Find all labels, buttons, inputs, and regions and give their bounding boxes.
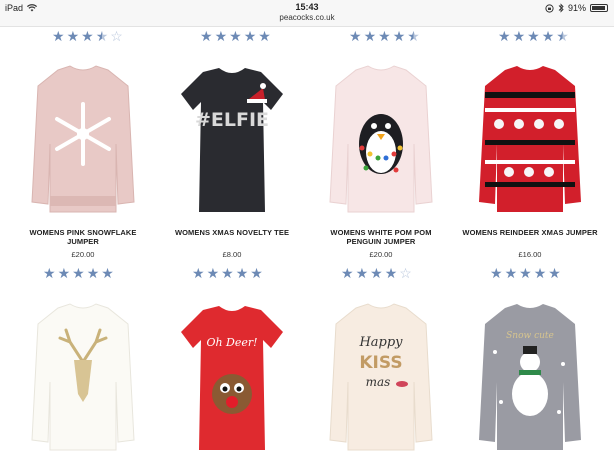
star-icon: ★ xyxy=(384,265,398,281)
star-icon: ★ xyxy=(349,28,362,44)
product-name-line1[interactable]: WOMENS REINDEER XMAS JUMPER xyxy=(455,228,605,237)
product-image-elfie-tee[interactable]: #ELFIE xyxy=(179,64,285,214)
status-right: 91% xyxy=(545,3,608,13)
address-bar-url[interactable]: peacocks.co.uk xyxy=(0,13,614,22)
product-name[interactable]: WOMENS PINK SNOWFLAKE JUMPER xyxy=(8,228,158,246)
star-icon: ★ xyxy=(527,28,540,44)
star-icon: ★ xyxy=(86,265,100,281)
star-icon: ★ xyxy=(52,28,65,44)
print-text-line2: KISS xyxy=(359,353,402,373)
star-icon: ★ xyxy=(363,28,377,44)
battery-percent: 91% xyxy=(567,3,586,13)
star-icon: ★ xyxy=(533,265,547,281)
battery-icon xyxy=(590,4,608,12)
star-icon: ★ xyxy=(214,28,228,44)
star-icon: ★ xyxy=(250,265,263,281)
star-icon: ★ xyxy=(57,265,71,281)
rating-stars: ★ ★ ★ ★ ☆ xyxy=(341,266,412,280)
star-icon: ★ xyxy=(504,265,518,281)
product-image-oh-deer-tee[interactable]: Oh Deer! xyxy=(179,302,285,452)
svg-text:#ELFIE: #ELFIE xyxy=(195,109,269,131)
product-name[interactable]: WOMENS REINDEER XMAS JUMPER xyxy=(455,228,605,237)
star-icon: ★ xyxy=(556,28,569,44)
rating-stars: ★ ★ ★ ★ ★ xyxy=(192,266,263,280)
star-icon: ★ xyxy=(81,28,94,44)
star-icon: ★ xyxy=(43,265,56,281)
star-icon: ★ xyxy=(512,28,526,44)
star-icon: ★ xyxy=(498,28,511,44)
star-icon: ★ xyxy=(341,265,354,281)
product-image-snowman-jumper[interactable]: Snow cute xyxy=(477,302,583,452)
star-icon: ★ xyxy=(221,265,234,281)
rating-stars: ★ ★ ★ ★ ★ xyxy=(349,29,420,43)
star-icon: ★ xyxy=(519,265,532,281)
star-icon: ★ xyxy=(101,265,114,281)
star-icon: ★ xyxy=(392,28,406,44)
star-icon: ★ xyxy=(548,265,561,281)
star-icon: ★ xyxy=(192,265,205,281)
star-icon: ★ xyxy=(95,28,109,44)
star-icon: ★ xyxy=(72,265,85,281)
rating-stars: ★ ★ ★ ★ ☆ xyxy=(52,29,123,43)
product-name-line1[interactable]: WOMENS WHITE POM POM xyxy=(306,228,456,237)
star-icon: ☆ xyxy=(110,28,123,44)
bluetooth-icon xyxy=(558,3,564,13)
star-icon: ★ xyxy=(235,265,249,281)
star-icon: ★ xyxy=(541,28,555,44)
product-price: £16.00 xyxy=(518,250,542,259)
status-bar: iPad 15:43 peacocks.co.uk 91% xyxy=(0,0,614,27)
product-name[interactable]: WOMENS XMAS NOVELTY TEE xyxy=(157,228,307,237)
star-icon: ★ xyxy=(243,28,257,44)
star-icon: ★ xyxy=(258,28,271,44)
star-icon: ★ xyxy=(370,265,383,281)
star-icon: ★ xyxy=(200,28,213,44)
star-icon: ★ xyxy=(407,28,420,44)
rating-stars: ★ ★ ★ ★ ★ xyxy=(490,266,561,280)
product-price: £20.00 xyxy=(369,250,393,259)
product-image-happy-kiss-mas-jumper[interactable]: Happy KISS mas xyxy=(328,302,434,452)
print-text: Oh Deer! xyxy=(206,336,257,349)
rating-stars: ★ ★ ★ ★ ★ xyxy=(43,266,114,280)
star-icon: ★ xyxy=(66,28,80,44)
product-name-line1[interactable]: WOMENS XMAS NOVELTY TEE xyxy=(157,228,307,237)
product-image-sequin-stag-jumper[interactable] xyxy=(30,302,136,452)
product-name-line2[interactable]: PENGUIN JUMPER xyxy=(306,237,456,246)
print-text-line1: Happy xyxy=(358,335,403,350)
star-icon: ☆ xyxy=(399,265,412,281)
rating-stars: ★ ★ ★ ★ ★ xyxy=(498,29,569,43)
print-text-line3: mas xyxy=(366,375,391,389)
product-image-reindeer-jumper[interactable] xyxy=(477,64,583,214)
product-name-line1[interactable]: WOMENS PINK SNOWFLAKE xyxy=(8,228,158,237)
star-icon: ★ xyxy=(490,265,503,281)
product-name[interactable]: WOMENS WHITE POM POM PENGUIN JUMPER xyxy=(306,228,456,246)
star-icon: ★ xyxy=(355,265,369,281)
print-text: Snow cute xyxy=(506,331,554,341)
star-icon: ★ xyxy=(229,28,242,44)
status-time: 15:43 xyxy=(295,2,319,12)
rotation-lock-icon xyxy=(545,3,554,13)
product-price: £20.00 xyxy=(71,250,95,259)
star-icon: ★ xyxy=(378,28,391,44)
product-image-penguin-jumper[interactable] xyxy=(328,64,434,214)
star-icon: ★ xyxy=(206,265,220,281)
rating-stars: ★ ★ ★ ★ ★ xyxy=(200,29,271,43)
product-image-pink-snowflake-jumper[interactable] xyxy=(30,64,136,214)
product-name-line2[interactable]: JUMPER xyxy=(8,237,158,246)
product-price: £8.00 xyxy=(222,250,242,259)
